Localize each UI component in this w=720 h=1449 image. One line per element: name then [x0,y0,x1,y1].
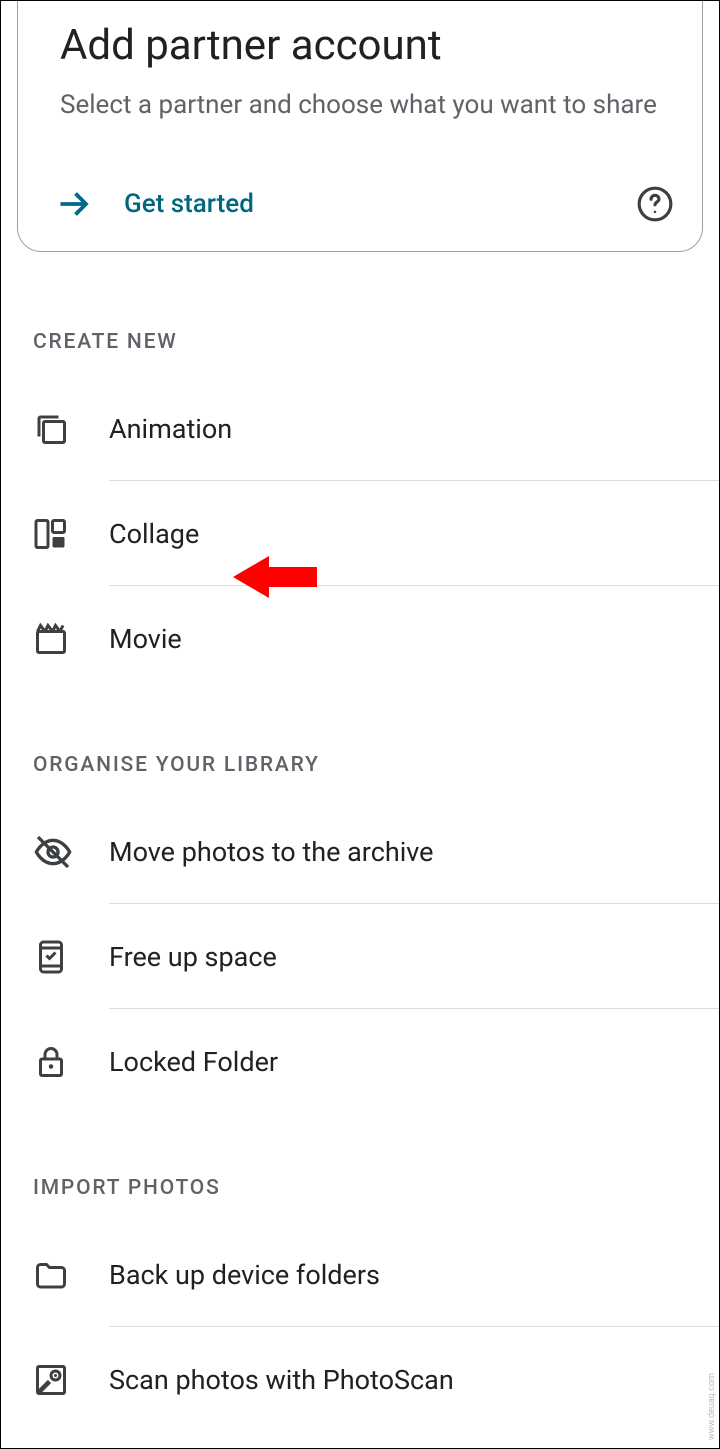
movie-icon [33,621,109,657]
arrow-right-icon[interactable] [56,186,92,222]
list-item-label: Scan photos with PhotoScan [109,1364,454,1396]
eye-off-icon [33,832,109,872]
get-started-button[interactable]: Get started [124,189,254,219]
card-subtitle: Select a partner and choose what you wan… [60,86,674,125]
list-item-label: Locked Folder [109,1046,278,1078]
backup-folders-item[interactable]: Back up device folders [1,1222,719,1327]
section-header-organise: ORGANISE YOUR LIBRARY [1,691,719,799]
list-item-label: Free up space [109,941,277,973]
list-item-label: Back up device folders [109,1259,380,1291]
folder-icon [33,1257,109,1293]
photoscan-item[interactable]: Scan photos with PhotoScan [1,1327,719,1432]
list-item-label: Animation [109,413,232,445]
watermark: www.deuaq.com [707,1373,717,1440]
list-item-label: Move photos to the archive [109,836,434,868]
animation-icon [33,411,109,447]
create-collage-item[interactable]: Collage [1,481,719,586]
list-item-label: Collage [109,518,199,550]
photoscan-icon [33,1362,109,1398]
card-title: Add partner account [60,21,674,70]
phone-check-icon [33,939,109,975]
create-animation-item[interactable]: Animation [1,376,719,481]
section-header-create: CREATE NEW [1,252,719,376]
collage-icon [33,516,109,552]
lock-icon [33,1044,109,1080]
partner-account-card: Add partner account Select a partner and… [17,1,703,252]
archive-item[interactable]: Move photos to the archive [1,799,719,904]
card-actions: Get started [60,185,674,223]
create-movie-item[interactable]: Movie [1,586,719,691]
section-header-import: IMPORT PHOTOS [1,1114,719,1222]
help-icon[interactable] [636,185,674,223]
list-item-label: Movie [109,623,182,655]
locked-folder-item[interactable]: Locked Folder [1,1009,719,1114]
free-up-space-item[interactable]: Free up space [1,904,719,1009]
